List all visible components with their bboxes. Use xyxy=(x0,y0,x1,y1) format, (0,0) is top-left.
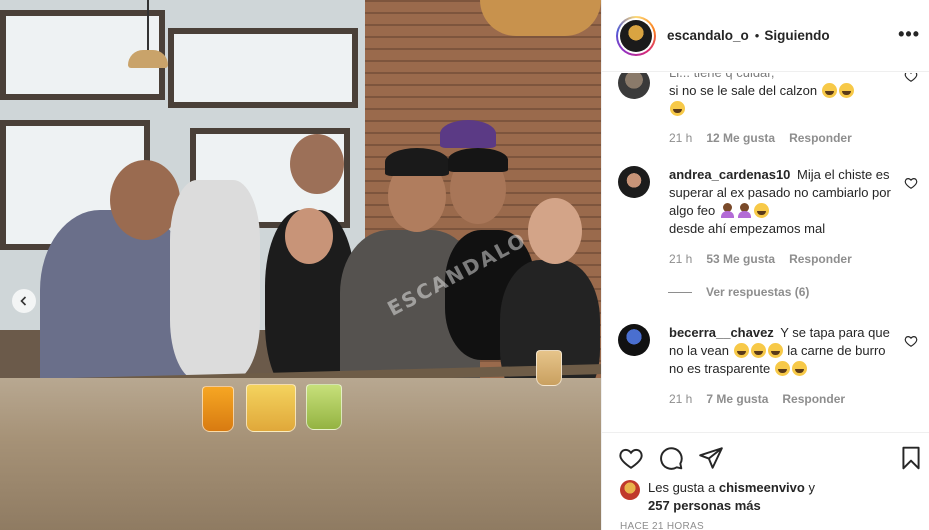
comment-likes[interactable]: 7 Me gusta xyxy=(706,392,768,406)
previous-media-button[interactable] xyxy=(12,289,36,313)
comment-icon[interactable] xyxy=(658,445,684,471)
facepalm-emoji-icon xyxy=(720,203,735,218)
comment-meta: 21 h 7 Me gusta Responder xyxy=(669,392,845,406)
media-lamp xyxy=(480,0,601,36)
comment-likes[interactable]: 12 Me gusta xyxy=(706,131,775,145)
comment-avatar[interactable] xyxy=(618,73,650,99)
comment-text: andrea_cardenas10 Mija el chiste es supe… xyxy=(669,166,894,238)
likes-prefix: Les gusta a xyxy=(648,480,716,495)
likes-text: Les gusta a chismeenvivo y 257 personas … xyxy=(648,479,815,515)
laughing-emoji-icon xyxy=(767,343,783,358)
media-drink xyxy=(536,350,562,386)
comment-time: 21 h xyxy=(669,131,693,145)
laughing-emoji-icon xyxy=(774,361,790,376)
comment-time: 21 h xyxy=(669,252,693,266)
comment-username[interactable]: becerra__chavez xyxy=(669,325,774,340)
liker-username[interactable]: chismeenvivo xyxy=(719,480,805,495)
post-header: escandalo_o • Siguiendo ••• xyxy=(602,0,929,72)
media-lamp-cord xyxy=(147,0,149,52)
comment-text: Li... tiene q cuidar, si no se le sale d… xyxy=(669,73,894,118)
media-drink xyxy=(202,386,234,432)
laughing-emoji-icon xyxy=(753,203,769,218)
comment-reply-button[interactable]: Responder xyxy=(789,131,852,145)
comment-meta: 21 h 12 Me gusta Responder xyxy=(669,131,852,145)
comment-avatar[interactable] xyxy=(618,166,650,198)
post-sidebar: escandalo_o • Siguiendo ••• Li... tiene … xyxy=(601,0,929,530)
avatar-image xyxy=(620,19,652,52)
post-timestamp: HACE 21 HORAS xyxy=(620,521,704,530)
author-avatar[interactable] xyxy=(616,15,656,56)
following-button[interactable]: Siguiendo xyxy=(764,28,829,43)
comment-time: 21 h xyxy=(669,392,693,406)
laughing-emoji-icon xyxy=(733,343,749,358)
comments-list[interactable]: Li... tiene q cuidar, si no se le sale d… xyxy=(602,73,929,431)
media-drink xyxy=(246,384,296,432)
media-counter xyxy=(0,378,601,530)
likes-summary: Les gusta a chismeenvivo y 257 personas … xyxy=(620,479,815,515)
comment-clipped-line: Li... tiene q cuidar, xyxy=(669,73,894,82)
media-window xyxy=(168,28,358,108)
comment-heart-icon[interactable] xyxy=(904,73,918,83)
chevron-left-icon xyxy=(20,296,27,306)
media-lamp xyxy=(128,50,168,68)
comment-content-continued: desde ahí empezamos mal xyxy=(669,221,826,236)
comment-heart-icon[interactable] xyxy=(904,176,918,190)
share-icon[interactable] xyxy=(698,445,724,471)
likes-others[interactable]: 257 personas más xyxy=(648,498,761,513)
heart-icon[interactable] xyxy=(618,445,644,471)
facepalm-emoji-icon xyxy=(737,203,752,218)
header-separator: • xyxy=(754,28,760,43)
comment-meta: 21 h 53 Me gusta Responder xyxy=(669,252,852,266)
replies-divider xyxy=(668,291,692,293)
bookmark-icon[interactable] xyxy=(898,445,924,471)
laughing-emoji-icon xyxy=(670,101,685,116)
author-username[interactable]: escandalo_o xyxy=(667,28,749,43)
laughing-emoji-icon xyxy=(750,343,766,358)
post-media[interactable]: ESCANDALO xyxy=(0,0,601,530)
comment-avatar[interactable] xyxy=(618,324,650,356)
comment-heart-icon[interactable] xyxy=(904,334,918,348)
laughing-emoji-icon xyxy=(791,361,807,376)
comment-reply-button[interactable]: Responder xyxy=(789,252,852,266)
comment-text: becerra__chavez Y se tapa para que no la… xyxy=(669,324,894,378)
laughing-emoji-icon xyxy=(838,83,854,98)
comment-reply-button[interactable]: Responder xyxy=(782,392,845,406)
comment-likes[interactable]: 53 Me gusta xyxy=(706,252,775,266)
view-replies-button[interactable]: Ver respuestas (6) xyxy=(668,285,809,299)
liker-avatar[interactable] xyxy=(620,480,640,500)
more-options-icon[interactable]: ••• xyxy=(898,24,920,45)
comment-username[interactable]: andrea_cardenas10 xyxy=(669,167,790,182)
view-replies-label: Ver respuestas (6) xyxy=(706,285,810,299)
media-drink xyxy=(306,384,342,430)
likes-connector: y xyxy=(808,480,815,495)
laughing-emoji-icon xyxy=(821,83,837,98)
